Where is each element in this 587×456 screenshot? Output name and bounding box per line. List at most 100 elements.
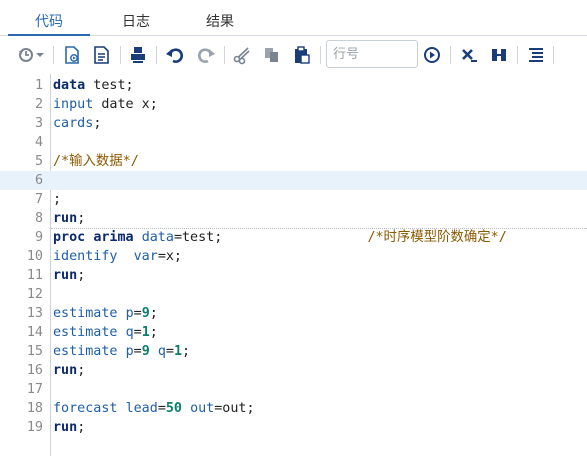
line-number: 2	[34, 97, 43, 112]
code-line[interactable]: 10 identify var=x;	[0, 247, 587, 266]
line-number: 4	[34, 135, 43, 150]
format-code-icon[interactable]	[526, 45, 546, 65]
code-token: =	[133, 306, 142, 321]
code-line[interactable]: 19 run;	[0, 418, 587, 437]
tab-code[interactable]: 代码	[8, 10, 90, 36]
split-icon[interactable]	[489, 45, 509, 65]
line-number: 10	[26, 249, 43, 264]
code-token: test;	[85, 78, 134, 93]
code-line[interactable]: 3 cards;	[0, 114, 587, 133]
code-line[interactable]: 4	[0, 133, 587, 152]
code-text: identify var=x;	[53, 247, 182, 266]
toolbar-separator	[320, 46, 321, 64]
tab-log[interactable]: 日志	[98, 10, 174, 36]
code-token: data	[141, 230, 174, 245]
code-line[interactable]: 14 estimate q=1;	[0, 323, 587, 342]
code-token: 1	[141, 325, 150, 340]
code-text: run;	[53, 209, 85, 228]
clear-icon[interactable]	[459, 45, 479, 65]
toolbar-separator	[224, 46, 225, 64]
line-number: 7	[34, 192, 43, 207]
toolbar-separator	[553, 46, 554, 64]
code-token: =out;	[214, 401, 255, 416]
code-token: out	[190, 401, 215, 416]
code-token: ;	[53, 192, 62, 207]
code-token: ;	[77, 211, 86, 226]
code-line[interactable]: 6	[0, 171, 587, 190]
code-line[interactable]: 8 run;	[0, 209, 587, 228]
paste-icon[interactable]	[292, 45, 312, 65]
line-number: 9	[34, 230, 43, 245]
copy-icon[interactable]	[262, 45, 282, 65]
line-number: 18	[26, 401, 43, 416]
code-line[interactable]: 2 input date x;	[0, 95, 587, 114]
line-number-input[interactable]	[326, 40, 418, 68]
line-number: 16	[26, 363, 43, 378]
code-line[interactable]: 9 proc arima data=test; /*时序模型阶数确定*/	[0, 228, 587, 247]
tab-bar: 代码 日志 结果	[0, 0, 587, 36]
code-text: input date x;	[53, 95, 158, 114]
code-token: run	[53, 420, 78, 435]
line-number: 15	[26, 344, 43, 359]
redo-icon[interactable]	[196, 45, 216, 65]
line-number: 1	[34, 78, 43, 93]
code-token: ;	[77, 268, 86, 283]
line-number: 3	[34, 116, 43, 131]
code-text: run;	[53, 361, 85, 380]
line-number: 6	[34, 173, 43, 188]
code-token: =	[165, 344, 174, 359]
code-token: q	[157, 344, 166, 359]
run-icon[interactable]	[62, 45, 82, 65]
code-token: ;	[149, 325, 158, 340]
code-token: /*时序模型阶数确定*/	[367, 230, 507, 245]
code-text: ;	[53, 190, 61, 209]
code-line[interactable]: 15 estimate p=9 q=1;	[0, 342, 587, 361]
go-to-line-icon[interactable]	[422, 45, 442, 65]
code-text: run;	[53, 418, 85, 437]
code-token: ;	[77, 420, 86, 435]
code-token: lead	[125, 401, 158, 416]
code-line[interactable]: 13 estimate p=9;	[0, 304, 587, 323]
line-number: 19	[26, 420, 43, 435]
tab-results[interactable]: 结果	[182, 10, 258, 36]
toolbar-separator	[450, 46, 451, 64]
code-token: ;	[182, 344, 191, 359]
cut-icon[interactable]	[232, 45, 252, 65]
code-token: =	[157, 401, 166, 416]
code-token: proc	[53, 230, 86, 245]
code-token: run	[53, 363, 78, 378]
step-boundary-line	[51, 228, 587, 229]
code-line[interactable]: 5 /*输入数据*/	[0, 152, 587, 171]
save-icon[interactable]	[92, 45, 112, 65]
code-token: =x;	[157, 249, 182, 264]
code-editor[interactable]: 1 data test; 2 input date x; 3 cards; 4 5 /*输入数据…	[0, 74, 587, 456]
code-line[interactable]: 12	[0, 285, 587, 304]
code-line[interactable]: 17	[0, 380, 587, 399]
code-token: /*输入数据*/	[53, 154, 139, 169]
code-text: /*输入数据*/	[53, 152, 139, 171]
code-text: forecast lead=50 out=out;	[53, 399, 255, 418]
print-icon[interactable]	[128, 45, 148, 65]
code-text: cards;	[53, 114, 101, 133]
code-line[interactable]: 11 run;	[0, 266, 587, 285]
toolbar-separator	[517, 46, 518, 64]
code-token: estimate	[53, 344, 118, 359]
undo-icon[interactable]	[165, 45, 185, 65]
code-token: ;	[93, 116, 102, 131]
code-line[interactable]: 16 run;	[0, 361, 587, 380]
history-icon[interactable]	[16, 45, 46, 65]
code-text: proc arima data=test; /*时序模型阶数确定*/	[53, 228, 507, 247]
code-line[interactable]: 18 forecast lead=50 out=out;	[0, 399, 587, 418]
code-line[interactable]: 1 data test;	[0, 76, 587, 95]
code-token: =test;	[173, 230, 223, 245]
code-line[interactable]: 7;	[0, 190, 587, 209]
code-token: run	[53, 268, 78, 283]
